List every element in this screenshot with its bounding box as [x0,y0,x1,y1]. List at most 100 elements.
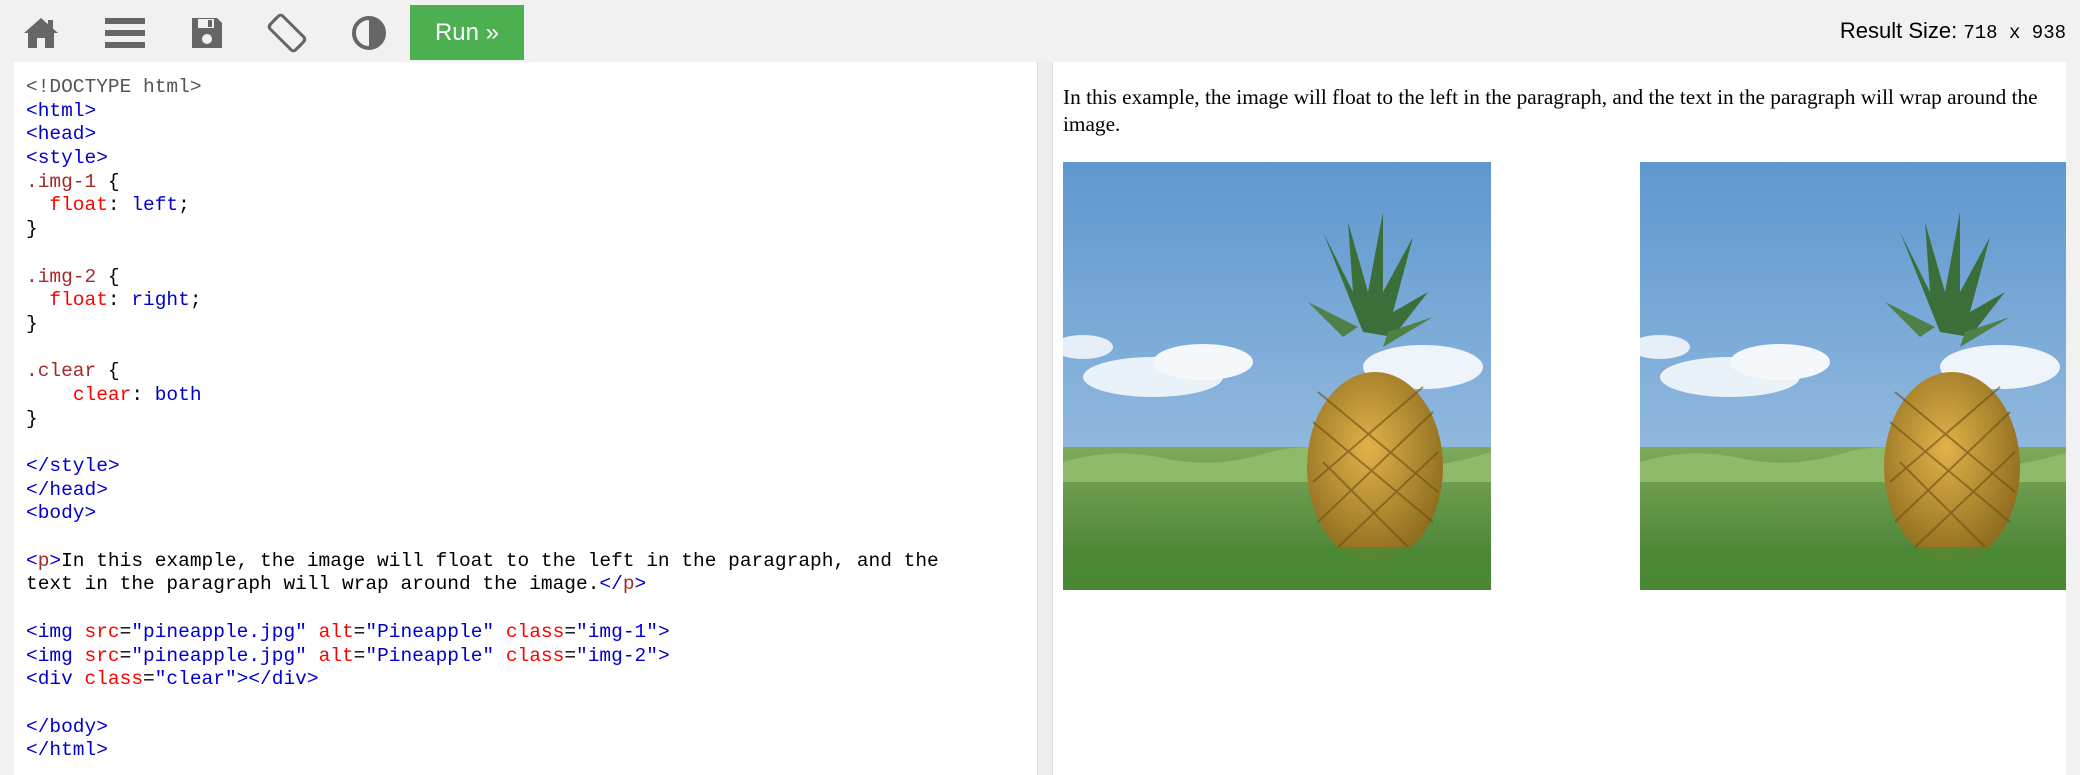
code-token: = [143,668,155,691]
code-line: <p>In this example, the image will float… [26,550,939,574]
code-token: > [49,549,62,572]
code-token: <body> [26,502,97,525]
code-token: < [26,549,38,572]
code-token: "pineapple.jpg" [131,620,307,643]
code-token: { [96,265,120,288]
code-token: : [107,289,132,312]
result-size-value: 718 x 938 [1963,22,2066,44]
code-token: left [131,194,179,217]
code-line: <style> [26,147,939,171]
home-button[interactable] [5,5,77,61]
code-token: float [49,289,108,312]
save-icon [190,16,224,50]
menu-icon [105,17,145,49]
code-token: } [26,407,38,430]
code-token: = [564,620,577,643]
code-line: <img src="pineapple.jpg" alt="Pineapple"… [26,645,939,669]
code-token: <div [26,668,85,691]
code-token: </head> [26,478,108,501]
code-token: = [119,620,132,643]
code-token: ></div> [236,668,319,691]
code-token: "Pineapple" [365,644,495,667]
code-line: <div class="clear"></div> [26,668,939,692]
code-token: } [26,218,38,241]
code-token: <style> [26,147,108,170]
code-line: <!DOCTYPE html> [26,76,939,100]
code-line: </html> [26,739,939,763]
home-icon [22,16,60,50]
save-button[interactable] [171,5,243,61]
code-token: .img-2 [26,265,97,288]
code-token: p [622,573,635,596]
result-size-label: Result Size: [1839,18,1958,43]
code-token: : [107,194,132,217]
code-token: </html> [26,739,108,762]
code-line: float: right; [26,289,939,313]
code-token: = [564,644,577,667]
code-line: text in the paragraph will wrap around t… [26,573,939,597]
code-token: { [96,170,120,193]
code-token: .img-1 [26,170,97,193]
code-token: both [154,383,202,406]
code-line: } [26,408,939,432]
code-token: <img [26,620,85,643]
code-editor[interactable]: <!DOCTYPE html> <html> <head> <style> .img-1… [14,62,1037,775]
code-token: <head> [26,123,97,146]
code-token: <!DOCTYPE html> [26,76,202,98]
contrast-button[interactable] [333,5,405,61]
code-line: </body> [26,716,939,740]
code-token: class [505,620,565,643]
code-line: <img src="pineapple.jpg" alt="Pineapple"… [26,621,939,645]
code-token: } [26,312,38,335]
code-token: "clear" [154,668,237,691]
code-token: "pineapple.jpg" [131,644,307,667]
code-token: "Pineapple" [365,620,495,643]
code-token: </style> [26,455,120,477]
code-token: = [353,644,366,667]
code-token: ; [189,289,202,312]
code-token: { [96,360,120,383]
code-content[interactable]: <!DOCTYPE html> <html> <head> <style> .img-1… [26,76,939,763]
code-token: clear [72,383,132,406]
panel-divider[interactable] [1037,62,1053,775]
code-token: </ [599,573,623,596]
rotate-button[interactable] [251,5,323,61]
result-frame: In this example, the image will float to… [1053,62,2066,775]
code-token: In this example, the image will float to… [61,549,939,572]
code-token: > [657,644,670,667]
code-token: ; [178,194,190,217]
code-token: text in the paragraph will wrap around t… [26,573,600,596]
code-line: </head> [26,479,939,503]
code-line: float: left; [26,194,939,218]
menu-button[interactable] [89,5,161,61]
code-token: </body> [26,715,108,738]
code-token: class [505,644,565,667]
code-line: clear: both [26,384,939,408]
rotate-icon [265,11,309,55]
code-line: .clear { [26,360,939,384]
toolbar: Run » Result Size: 718 x 938 [0,0,2080,60]
code-token: "img-1" [576,620,658,643]
code-token: src [84,644,120,667]
code-token: alt [318,620,354,643]
pineapple-image-right [1640,162,2066,590]
code-token: .clear [26,360,97,383]
code-line: } [26,218,939,242]
code-line: <html> [26,100,939,124]
code-token: = [353,620,366,643]
run-button[interactable]: Run » [410,5,524,60]
result-paragraph: In this example, the image will float to… [1063,85,2038,136]
code-token: = [119,644,132,667]
code-line: <head> [26,123,939,147]
code-line: </style> [26,455,939,479]
code-token: > [634,573,647,596]
result-size: Result Size: 718 x 938 [1840,18,2066,44]
